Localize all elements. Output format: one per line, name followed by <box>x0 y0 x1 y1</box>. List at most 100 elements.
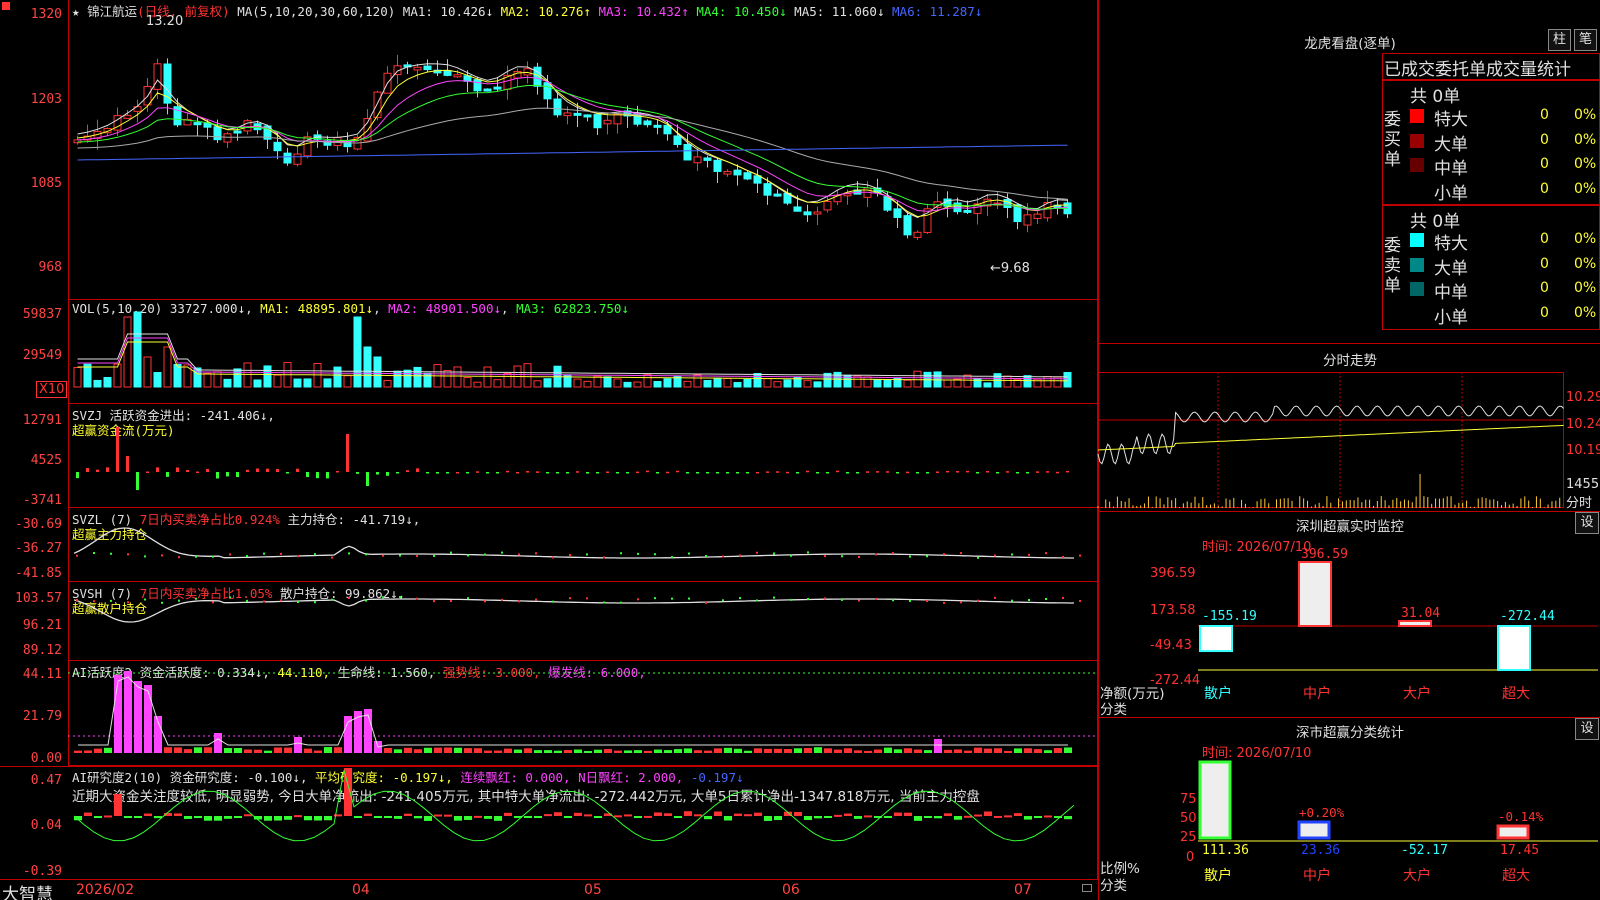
volume-bar <box>1063 372 1072 388</box>
fund-flow-bar <box>716 472 719 474</box>
lhb-tab-header[interactable]: 已成交委托单成交量统计 <box>1384 55 1600 80</box>
fund-flow-bar <box>426 472 429 474</box>
holding-tick <box>518 553 520 556</box>
activity-chart[interactable] <box>68 661 1098 766</box>
fund-flow-bar <box>146 471 149 474</box>
activity-bar <box>634 750 642 753</box>
monitor-settings-button[interactable]: 设 <box>1575 512 1599 534</box>
monitor-bar <box>1497 625 1531 671</box>
activity-bar <box>484 750 492 753</box>
retail-holding-chart[interactable] <box>68 582 1098 661</box>
holding-tick <box>994 554 996 557</box>
monitor-bar-chart[interactable]: -155.19 396.59 31.04 -272.44 散户 中户 大户 超大 <box>1198 547 1598 710</box>
research-bar <box>244 814 252 817</box>
fund-flow-bar <box>786 471 789 474</box>
research-bar <box>584 814 592 817</box>
activity-bar <box>104 747 112 753</box>
research-bar <box>974 814 982 817</box>
candle-up <box>223 133 232 143</box>
fund-flow-bar <box>86 468 89 472</box>
price-axis-2: 1203 <box>30 92 62 107</box>
research-bar <box>234 816 242 818</box>
buy-row-label: 中单 <box>1434 159 1468 179</box>
fund-flow-bar <box>936 471 939 474</box>
fund-flow-bar <box>846 472 849 474</box>
activity-bar <box>1054 748 1062 753</box>
activity-bar <box>384 748 392 753</box>
activity-bar <box>214 733 222 753</box>
intraday-chart[interactable] <box>1097 372 1564 508</box>
research-bar <box>124 816 132 818</box>
volume-bar <box>353 316 362 388</box>
volume-bar <box>143 356 152 388</box>
research-bar <box>114 794 122 816</box>
candlestick-chart[interactable] <box>68 0 1098 300</box>
class-category-label: 大户 <box>1403 867 1431 884</box>
holding-tick <box>1062 596 1064 599</box>
volume-bar <box>863 376 872 388</box>
svsh-axis-2: 96.21 <box>22 618 62 633</box>
research-bar <box>824 816 832 818</box>
activity-bar <box>424 747 432 753</box>
class-category-label: 中户 <box>1303 867 1331 884</box>
activity-bar <box>724 747 732 753</box>
activity-bar <box>684 748 692 753</box>
holding-tick <box>875 597 877 600</box>
fund-flow-bar <box>746 472 749 474</box>
holding-tick <box>195 597 197 600</box>
lock-icon[interactable] <box>1082 884 1092 892</box>
fund-flow-bar <box>586 472 589 474</box>
research-bar <box>1014 813 1022 816</box>
main-holding-chart[interactable] <box>68 508 1098 582</box>
holding-tick <box>280 552 282 555</box>
volume-chart[interactable] <box>68 300 1098 404</box>
activity-bar <box>584 750 592 753</box>
fund-flow-bar <box>676 470 679 473</box>
buy-row-swatch <box>1410 158 1424 172</box>
class-axis-3: 25 <box>1180 830 1197 845</box>
research-bar <box>724 816 732 821</box>
buy-row-percent: 0% <box>1574 107 1597 123</box>
candle-up <box>293 153 302 165</box>
class-settings-button[interactable]: 设 <box>1575 718 1599 740</box>
research-bar <box>544 814 552 817</box>
holding-tick <box>229 553 231 556</box>
volume-bar <box>523 363 532 388</box>
fund-flow-bar <box>316 472 319 479</box>
research-bar <box>424 816 432 821</box>
holding-tick <box>178 556 180 559</box>
svzj-axis-2: 4525 <box>30 453 62 468</box>
column-view-button[interactable]: 柱 <box>1548 29 1571 51</box>
activity-bar <box>864 750 872 753</box>
price-axis-4: 968 <box>38 260 62 275</box>
holding-tick <box>756 599 758 602</box>
volume-bar <box>383 379 392 388</box>
research-bar <box>84 812 92 816</box>
class-bar <box>1198 760 1232 840</box>
research-chart[interactable] <box>68 766 1098 880</box>
class-percent-label: -0.14% <box>1498 809 1544 824</box>
fund-flow-bar <box>956 471 959 473</box>
monitor-axis-2: 173.58 <box>1150 603 1196 618</box>
holding-tick <box>467 554 469 557</box>
fund-flow-bar <box>516 471 519 474</box>
tick-view-button[interactable]: 笔 <box>1574 29 1597 51</box>
fund-flow-chart[interactable] <box>68 404 1098 508</box>
holding-tick <box>535 552 537 555</box>
sell-row-percent: 0% <box>1574 255 1597 272</box>
holding-tick <box>977 599 979 602</box>
xaxis-label-2: 04 <box>352 882 370 898</box>
volume-bar <box>1003 375 1012 388</box>
ai-res-axis-1: 0.47 <box>30 773 62 788</box>
research-bar <box>854 816 862 819</box>
price-axis-3: 1085 <box>30 176 62 191</box>
fund-flow-bar <box>246 469 249 472</box>
volume-bar <box>693 374 702 388</box>
fund-flow-bar <box>886 471 889 473</box>
volume-bar <box>623 381 632 388</box>
class-value-label: -52.17 <box>1401 843 1448 858</box>
holding-tick <box>331 598 333 601</box>
activity-bar <box>1034 749 1042 753</box>
candle-up <box>373 91 382 119</box>
class-bar-chart[interactable]: +0.20% -0.14% 111.36 23.36 -52.17 17.45 散户 中户 大户… <box>1198 760 1598 900</box>
